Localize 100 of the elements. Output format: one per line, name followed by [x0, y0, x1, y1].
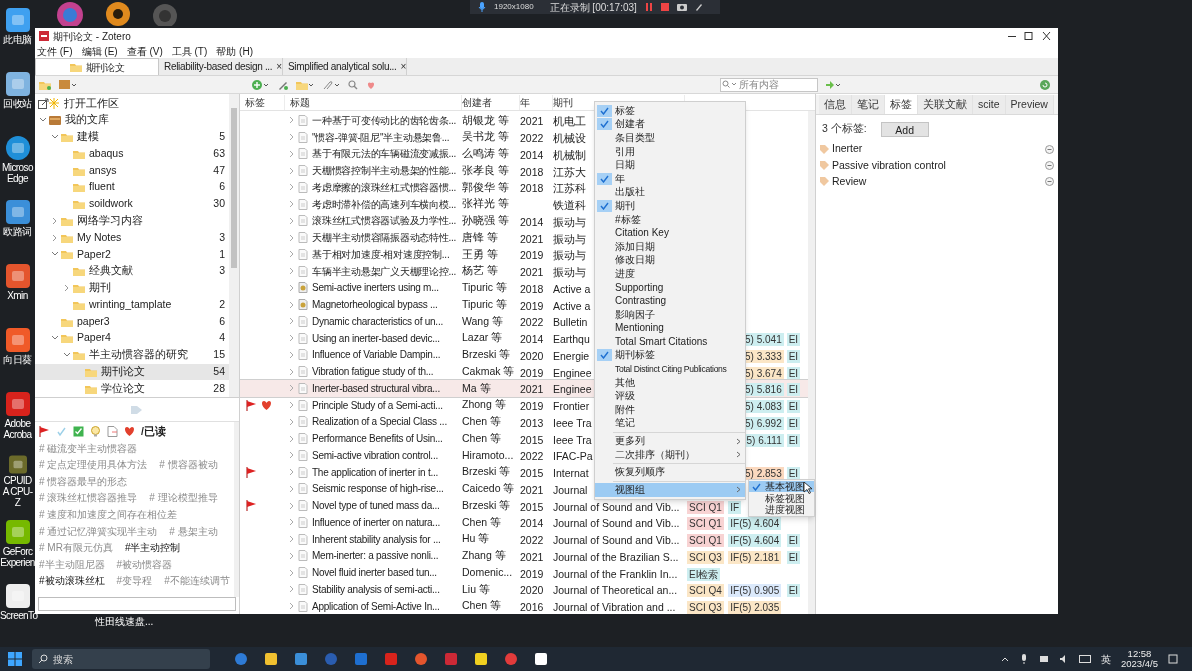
column-header[interactable]: 创建者 [462, 94, 520, 110]
tag-item[interactable]: #半主动阻尼器 [39, 556, 105, 572]
remove-icon[interactable] [1045, 160, 1054, 170]
taskbar-search-field[interactable]: 搜索 [32, 649, 210, 669]
taskbar-app-icon[interactable] [264, 652, 278, 666]
tag-item[interactable]: # 定点定理使用具体方法 [39, 457, 148, 473]
menu-item[interactable]: Total Smart Citations [595, 335, 745, 349]
menu-item[interactable]: 文件 (F) [37, 43, 73, 59]
close-tab-icon[interactable]: × [400, 59, 407, 74]
clock-date[interactable]: 2023/4/5 [1121, 659, 1158, 669]
maximize-icon[interactable] [1022, 32, 1036, 40]
collapse-icon[interactable] [51, 132, 59, 141]
notification-icon[interactable] [1168, 654, 1178, 664]
menu-item[interactable]: 引用 [595, 144, 745, 159]
collection-item[interactable]: 期刊 [35, 279, 229, 297]
menu-item[interactable]: 进度 [595, 267, 745, 281]
caret-icon[interactable] [1001, 656, 1009, 662]
network-icon[interactable] [1079, 654, 1091, 664]
tab[interactable]: 关联文献 [918, 95, 973, 114]
taskbar-app-icon[interactable] [534, 652, 548, 666]
column-header[interactable]: 标题 [285, 94, 462, 110]
menu-item[interactable]: Citation Key [595, 226, 745, 240]
windows-start-icon[interactable] [8, 652, 22, 666]
tab[interactable]: 笔记 [852, 95, 885, 114]
menu-item[interactable]: 条目类型 [595, 131, 745, 145]
menu-item[interactable]: 附件 [595, 403, 745, 417]
menu-item[interactable]: 二次排序（期刊） [595, 447, 745, 462]
menu-item[interactable]: 恢复列顺序 [595, 465, 745, 480]
menu-item[interactable]: 工具 (T) [171, 43, 208, 59]
collection-item[interactable]: 学位论文 28 [35, 380, 229, 397]
tag-item[interactable]: #被动惯容器 [116, 556, 173, 572]
camera-icon[interactable] [676, 3, 687, 11]
taskbar-app-icon[interactable] [474, 652, 488, 666]
collection-item[interactable]: ansys 47 [35, 162, 229, 179]
microphone-icon[interactable] [1019, 654, 1029, 664]
collection-item[interactable]: 网络学习内容 [35, 212, 229, 230]
menu-item[interactable]: Contrasting [595, 294, 745, 308]
checkbox-icon[interactable] [73, 426, 84, 437]
collection-item[interactable]: 建模 5 [35, 128, 229, 146]
desktop-app-icon[interactable] [3, 518, 32, 546]
collection-item[interactable]: 经典文献 3 [35, 262, 229, 280]
new-collection-icon[interactable] [39, 79, 51, 90]
close-tab-icon[interactable]: × [276, 59, 283, 74]
tag-item[interactable]: #不能连续调节 [164, 573, 230, 589]
attachment-icon[interactable] [322, 79, 340, 90]
pause-icon[interactable] [644, 3, 653, 11]
app-icon[interactable] [55, 0, 85, 26]
desktop-app-icon[interactable] [3, 70, 32, 98]
menu-item[interactable]: 期刊 [595, 199, 745, 213]
search-icon[interactable] [722, 80, 736, 89]
menu-item[interactable]: 标签 [595, 104, 745, 118]
search-field[interactable]: 所有内容 [720, 77, 818, 92]
remove-icon[interactable] [1045, 144, 1054, 154]
tag-item[interactable]: #变导程 [116, 573, 153, 589]
check-icon[interactable] [56, 426, 67, 437]
add-button[interactable]: Add [880, 121, 929, 137]
library-menu-icon[interactable] [59, 79, 77, 90]
colored-tag[interactable]: /已读 [141, 423, 166, 440]
tag-filter-field[interactable] [38, 597, 236, 611]
menu-item[interactable]: 添加日期 [595, 239, 745, 254]
collection-item[interactable]: Paper2 1 [35, 246, 229, 263]
sync-icon[interactable] [1040, 79, 1050, 90]
scroll-thumb[interactable] [231, 108, 237, 268]
tag-name[interactable]: Inerter [832, 141, 1042, 157]
collection-item[interactable]: paper3 6 [35, 313, 229, 330]
desktop-app-icon[interactable] [3, 326, 32, 354]
menu-item[interactable]: 标签视图 [749, 492, 814, 504]
collection-item[interactable]: fluent 6 [35, 178, 229, 196]
sunflower-icon[interactable] [103, 0, 133, 26]
note-icon[interactable] [107, 426, 118, 437]
collection-item[interactable]: soildwork 30 [35, 195, 229, 213]
menu-item[interactable]: 出版社 [595, 185, 745, 200]
desktop-app-icon[interactable] [3, 198, 32, 226]
menu-item[interactable]: Supporting [595, 280, 745, 295]
desktop-app-icon[interactable] [3, 6, 32, 34]
forward-icon[interactable] [826, 80, 840, 89]
desktop-app-icon[interactable] [3, 582, 32, 610]
heart-icon[interactable] [124, 426, 135, 437]
collection-item[interactable]: 期刊论文 54 [35, 363, 229, 381]
flag-icon[interactable] [39, 426, 50, 437]
collection-item[interactable]: wrinting_tamplate 2 [35, 296, 229, 314]
collection-item[interactable]: 半主动惯容器的研究 15 [35, 346, 229, 364]
menu-item[interactable]: 查看 (V) [126, 43, 163, 59]
tag-item[interactable]: # 通过记忆弹簧实现半主动 [39, 523, 158, 539]
locate-icon[interactable] [366, 79, 376, 90]
column-header[interactable]: 年 [520, 94, 553, 110]
menu-item[interactable]: 影响因子 [595, 307, 745, 322]
menu-item[interactable]: 视图组 [595, 483, 745, 497]
collection-item[interactable]: abaqus 63 [35, 145, 229, 163]
column-header[interactable]: 标签 [240, 94, 285, 110]
menu-item[interactable]: 日期 [595, 158, 745, 172]
menu-item[interactable]: Total Distinct Citing Publications [595, 362, 745, 376]
menu-item[interactable]: #标签 [595, 212, 745, 227]
menu-item[interactable]: 进度视图 [749, 503, 814, 516]
tag-item[interactable]: # 惯容器最早的形态 [39, 473, 128, 489]
tag-item[interactable]: #半主动控制 [124, 540, 181, 556]
tag-item[interactable]: # 惯容器被动 [159, 457, 218, 473]
tag-item[interactable]: # 理论模型推导 [149, 490, 218, 506]
expand-icon[interactable] [51, 233, 59, 242]
search-icon[interactable] [38, 654, 48, 664]
